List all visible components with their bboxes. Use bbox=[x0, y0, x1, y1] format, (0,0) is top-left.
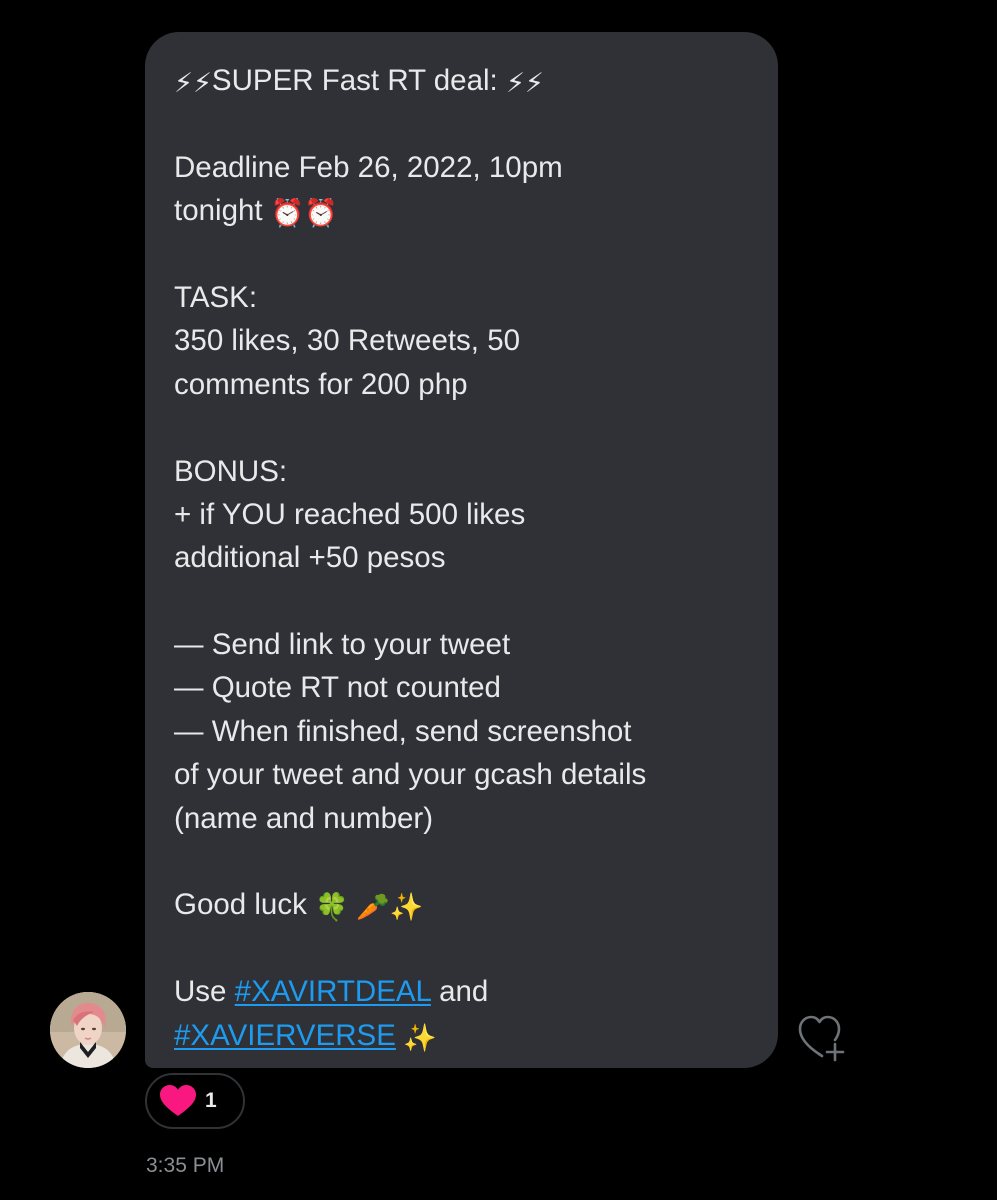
deadline-line: Deadline Feb 26, 2022, 10pm bbox=[174, 150, 563, 184]
bonus-line: additional +50 pesos bbox=[174, 541, 446, 575]
task-line: comments for 200 php bbox=[174, 367, 468, 401]
hashtag-link-xavierverse[interactable]: #XAVIERVERSE bbox=[174, 1019, 396, 1052]
avatar-image bbox=[50, 992, 126, 1068]
rule-line: (name and number) bbox=[174, 801, 434, 835]
hashtag-line: #XAVIERVERSE ✨ bbox=[174, 1014, 750, 1057]
avatar[interactable] bbox=[50, 992, 126, 1068]
message-timestamp: 3:35 PM bbox=[146, 1154, 225, 1177]
clover-carrot-sparkles-emoji: 🍀 🥕✨ bbox=[315, 892, 424, 923]
message-bubble[interactable]: ⚡⚡SUPER Fast RT deal: ⚡⚡ Deadline Feb 26… bbox=[145, 32, 778, 1068]
sparkles-emoji: ✨ bbox=[395, 1022, 438, 1053]
hashtag-link-xavirtdeal[interactable]: #XAVIRTDEAL bbox=[235, 975, 431, 1008]
alarm-clock-emoji: ⏰⏰ bbox=[270, 198, 339, 229]
and-text: and bbox=[430, 975, 489, 1009]
rule-line: — When finished, send screenshot bbox=[174, 714, 632, 748]
message-title: ⚡⚡SUPER Fast RT deal: ⚡⚡ bbox=[174, 59, 750, 102]
heart-plus-icon bbox=[798, 1015, 845, 1062]
reaction-count: 1 bbox=[205, 1089, 217, 1112]
good-luck-line: Good luck 🍀 🥕✨ bbox=[174, 883, 750, 926]
rule-line: of your tweet and your gcash details bbox=[174, 758, 647, 792]
hashtag-line: Use #XAVIRTDEAL and bbox=[174, 970, 750, 1013]
rule-line: — Quote RT not counted bbox=[174, 671, 501, 705]
tonight-text: tonight bbox=[174, 194, 271, 228]
message-title-text: SUPER Fast RT deal: bbox=[211, 64, 506, 97]
task-heading: TASK: bbox=[174, 280, 258, 314]
lightning-emoji: ⚡⚡ bbox=[174, 68, 212, 98]
task-line: 350 likes, 30 Retweets, 50 bbox=[174, 324, 521, 358]
good-luck-text: Good luck bbox=[174, 888, 316, 922]
rule-line: — Send link to your tweet bbox=[174, 628, 511, 662]
heart-icon bbox=[160, 1085, 196, 1116]
add-reaction-button[interactable] bbox=[797, 1012, 853, 1064]
bonus-line: + if YOU reached 500 likes bbox=[174, 497, 526, 531]
reaction-pill[interactable]: 1 bbox=[145, 1073, 245, 1129]
bonus-heading: BONUS: bbox=[174, 454, 288, 488]
tonight-line: tonight ⏰⏰ bbox=[174, 189, 750, 232]
lightning-emoji: ⚡⚡ bbox=[505, 68, 544, 98]
use-text: Use bbox=[174, 975, 235, 1009]
